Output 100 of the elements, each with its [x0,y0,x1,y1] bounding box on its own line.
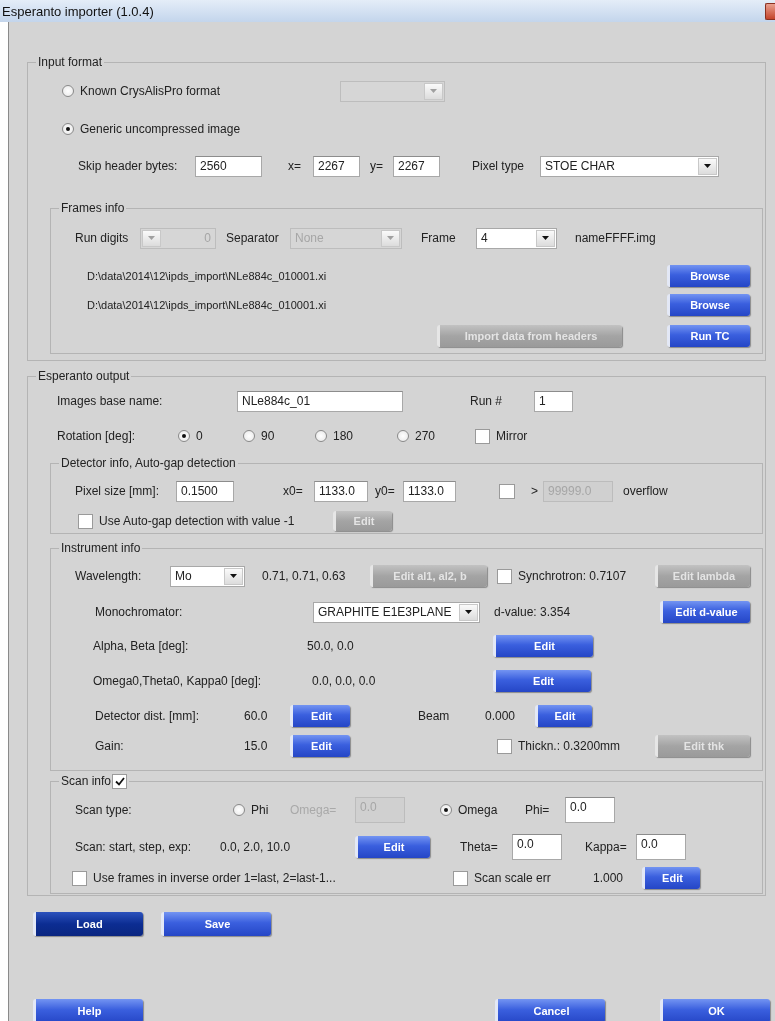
close-icon[interactable] [765,2,775,20]
radio-button[interactable]: Known CrysAlisPro format [62,84,262,98]
radio-circle[interactable] [243,430,255,442]
input-field[interactable]: 0.0 [512,834,562,860]
form-label: 0.0, 2.0, 10.0 [220,840,292,854]
form-label: 0.71, 0.71, 0.63 [262,569,347,583]
form-label: Scan type: [75,803,133,817]
action-button[interactable]: Save [161,912,271,936]
caret-icon [424,82,443,100]
checkbox[interactable] [112,773,128,789]
input-field[interactable]: NLe884c_01 [237,390,403,412]
form-label: Wavelength: [75,569,143,583]
action-button[interactable]: Cancel [495,999,605,1021]
form-label: d-value: 3.354 [494,605,572,619]
form-label: 50.0, 0.0 [307,639,355,653]
form-label: overflow [623,484,669,498]
checkbox-box[interactable] [497,568,512,584]
form-label: nameFFFF.img [575,231,657,245]
dropdown[interactable]: GRAPHITE E1E3PLANE [313,601,480,623]
checkbox[interactable]: Use frames in inverse order 1=last, 2=last-1... [72,870,442,886]
form-label: > [531,484,539,498]
checkbox[interactable]: Scan scale err [453,870,583,886]
input-field[interactable]: 1133.0 [314,480,368,502]
action-button[interactable]: OK [660,999,770,1021]
checkbox[interactable]: Synchrotron: 0.7107 [497,568,647,584]
radio-button[interactable]: 0 [178,429,228,443]
action-button[interactable]: Edit [642,867,700,889]
input-field[interactable]: 0.0 [565,797,615,823]
dropdown[interactable]: 4 [476,227,557,249]
dropdown[interactable]: Mo [170,565,245,587]
form-label: Kappa= [585,840,628,854]
form-label: Theta= [460,840,499,854]
action-button[interactable]: Edit [290,705,350,727]
checkbox-box[interactable] [453,870,468,886]
radio-circle[interactable] [397,430,409,442]
input-field[interactable]: 1 [534,390,573,412]
checkbox-box[interactable] [497,738,512,754]
radio-button[interactable]: Generic uncompressed image [62,122,262,136]
checkbox[interactable]: Thickn.: 0.3200mm [497,738,647,754]
group-title: Instrument info [60,540,142,556]
radio-circle[interactable] [315,430,327,442]
radio-circle[interactable] [62,123,74,135]
form-label: 0.0, 0.0, 0.0 [312,674,377,688]
radio-button[interactable]: 270 [397,429,457,443]
caret-icon [698,157,717,175]
form-label: D:\data\2014\12\ipds_import\NLe884c_010001.xi [87,270,328,282]
action-button[interactable]: Help [33,999,143,1021]
input-field[interactable]: 0.0 [636,834,686,860]
form-label: Rotation [deg]: [57,429,137,443]
caret-icon [459,603,478,621]
form-label: y0= [375,484,396,498]
caret-icon [224,567,243,585]
caret-icon [142,229,161,247]
radio-button[interactable]: Phi [233,803,283,817]
input-field[interactable]: 1133.0 [403,480,456,502]
input-field[interactable]: 2267 [393,155,440,177]
action-button[interactable]: Edit [355,836,430,858]
checkbox-box[interactable] [72,870,87,886]
form-label: Run # [470,394,504,408]
radio-circle[interactable] [233,804,245,816]
action-button[interactable]: Edit d-value [660,601,750,623]
checkbox-box[interactable] [78,513,93,529]
input-field[interactable]: 2267 [313,155,360,177]
group-title: Detector info, Auto-gap detection [60,455,237,471]
form-label: Scan: start, step, exp: [75,840,193,854]
radio-button[interactable]: 180 [315,429,375,443]
group-title: Esperanto output [37,368,131,384]
form-label: 1.000 [593,871,625,885]
radio-button[interactable]: Omega [440,803,515,817]
radio-circle[interactable] [178,430,190,442]
form-label: Monochromator: [95,605,184,619]
action-button[interactable]: Browse [667,294,750,316]
action-button[interactable]: Edit [493,635,593,657]
form-label: Pixel type [472,159,526,173]
checkbox[interactable] [499,483,515,499]
action-button[interactable]: Browse [667,265,750,287]
input-field[interactable]: 2560 [195,155,262,177]
group-title: Frames info [60,200,126,216]
form-label: Images base name: [57,394,164,408]
input-field[interactable]: 0.1500 [176,480,234,502]
action-button[interactable]: Edit [535,705,592,727]
action-button[interactable]: Edit [290,735,350,757]
radio-circle[interactable] [440,804,452,816]
dropdown[interactable]: STOE CHAR [540,155,719,177]
group-title: Scan info [61,773,112,789]
form-label: Beam [418,709,451,723]
checkbox[interactable]: Use Auto-gap detection with value -1 [78,513,318,529]
form-label: 15.0 [244,739,269,753]
action-button[interactable]: Load [33,912,143,936]
checkbox-box[interactable] [475,428,490,444]
checkbox[interactable]: Mirror [475,428,545,444]
window-title: Esperanto importer (1.0.4) [2,3,154,19]
radio-circle[interactable] [62,85,74,97]
form-label: Gain: [95,739,125,753]
caret-icon [381,229,400,247]
radio-button[interactable]: 90 [243,429,298,443]
form-label: Pixel size [mm]: [75,484,160,498]
action-button[interactable]: Edit [493,670,591,692]
action-button[interactable]: Run TC [667,324,750,347]
form-label: Alpha, Beta [deg]: [93,639,190,653]
